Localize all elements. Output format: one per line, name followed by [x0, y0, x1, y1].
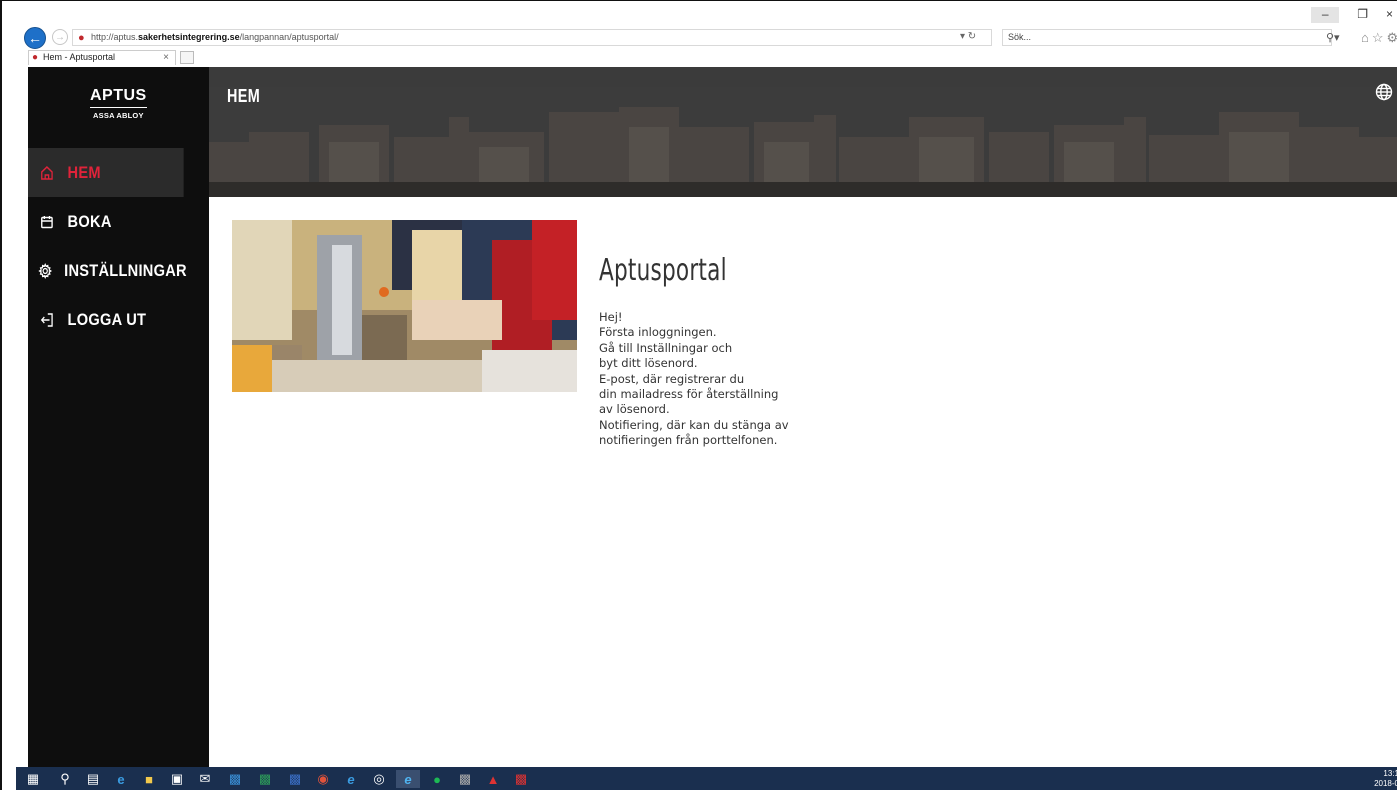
minimize-icon[interactable]: –	[1311, 7, 1340, 23]
mail-icon[interactable]: ✉	[196, 770, 214, 788]
clock-date: 2018-0	[1374, 779, 1397, 788]
screen: ← → ● http://aptus.sakerhetsintegrering.…	[0, 0, 1397, 790]
gear-icon	[38, 261, 53, 281]
task-view-icon[interactable]: ▤	[84, 770, 102, 788]
chrome-icon[interactable]: ◉	[314, 770, 332, 788]
sidebar-item-logga-ut[interactable]: LOGGA UT	[28, 295, 184, 344]
sidebar-item-label: INSTÄLLNINGAR	[64, 260, 187, 280]
ie-icon[interactable]: e	[342, 770, 360, 788]
cafe-photo	[232, 220, 577, 392]
header-banner: HEM	[209, 67, 1397, 197]
acrobat-icon[interactable]: ▩	[512, 770, 530, 788]
sidebar-item-boka[interactable]: BOKA	[28, 197, 184, 246]
refresh-icon[interactable]: ▾ ↻	[960, 31, 976, 42]
settings-browser-icon[interactable]: ⚙	[1387, 30, 1397, 45]
search-taskbar-icon[interactable]: ⚲	[56, 770, 74, 788]
home-browser-icon[interactable]: ⌂	[1361, 30, 1372, 45]
logo-sub: ASSA ABLOY	[93, 111, 144, 120]
edge-icon[interactable]: e	[112, 770, 130, 788]
spotify-icon[interactable]: ●	[428, 770, 446, 788]
file-explorer-icon[interactable]: ■	[140, 770, 158, 788]
tab-aptusportal[interactable]: ● Hem - Aptusportal ×	[28, 50, 176, 65]
app-circle-icon[interactable]: ◎	[370, 770, 388, 788]
url-path: /langpannan/aptusportal/	[239, 32, 339, 42]
sidebar-item-label: LOGGA UT	[67, 309, 147, 329]
restore-icon[interactable]: ❐	[1357, 7, 1368, 23]
content-title: Aptusportal	[599, 253, 727, 288]
text-line: din mailadress för återställning	[599, 387, 779, 402]
clock-time: 13:1	[1383, 769, 1397, 778]
search-input[interactable]: Sök...	[1002, 29, 1332, 46]
skyline-image	[209, 87, 1397, 197]
logo-name: APTUS	[90, 87, 147, 108]
forward-button[interactable]: →	[52, 29, 68, 45]
sidebar-menu: HEM BOKA INSTÄLLNINGAR LOGGA UT	[28, 148, 209, 344]
text-line: Första inloggningen.	[599, 325, 717, 340]
logout-icon	[38, 310, 55, 330]
sidebar-item-hem[interactable]: HEM	[28, 148, 184, 197]
main-content: Aptusportal Hej! Första inloggningen. Gå…	[209, 197, 1397, 767]
url-prefix: http://aptus.	[91, 32, 139, 42]
url-domain: sakerhetsintegrering.se	[138, 32, 240, 42]
search-icon[interactable]: ⚲▾	[1326, 31, 1340, 44]
window-controls: – ❐ ×	[1311, 7, 1397, 23]
text-line: byt ditt lösenord.	[599, 356, 698, 371]
app-window-icon[interactable]: ▩	[456, 770, 474, 788]
calendar-icon	[38, 212, 55, 232]
browser-icons: ⌂☆⚙	[1361, 30, 1397, 46]
content-text: Hej! Första inloggningen. Gå till Instäl…	[599, 310, 789, 449]
tab-title: Hem - Aptusportal	[43, 52, 116, 62]
close-window-icon[interactable]: ×	[1386, 7, 1393, 23]
search-placeholder: Sök...	[1008, 32, 1032, 42]
globe-icon[interactable]	[1375, 83, 1393, 101]
excel-icon[interactable]: ▩	[256, 770, 274, 788]
word-icon[interactable]: ▩	[286, 770, 304, 788]
text-line: Hej!	[599, 310, 623, 324]
site-favicon-icon: ●	[78, 32, 85, 44]
sidebar-item-label: BOKA	[67, 211, 112, 231]
new-tab-button[interactable]	[180, 51, 194, 64]
ie-active-icon[interactable]: e	[396, 770, 420, 788]
favorites-icon[interactable]: ☆	[1372, 30, 1387, 45]
app-red-icon[interactable]: ▲	[484, 770, 502, 788]
text-line: Notifiering, där kan du stänga av	[599, 417, 789, 432]
sidebar-item-installningar[interactable]: INSTÄLLNINGAR	[28, 246, 187, 295]
logo: APTUS ASSA ABLOY	[90, 87, 147, 120]
sidebar-item-label: HEM	[67, 162, 101, 182]
sidebar: APTUS ASSA ABLOY HEM BOKA INSTÄLLNINGAR …	[28, 67, 209, 767]
page-title: HEM	[227, 86, 261, 106]
text-line: E-post, där registrerar du	[599, 371, 745, 386]
clock[interactable]: 13:1 2018-0	[1374, 769, 1397, 789]
home-icon	[38, 163, 55, 183]
tab-close-icon[interactable]: ×	[163, 51, 169, 64]
back-button[interactable]: ←	[24, 27, 46, 49]
tab-bar: ● Hem - Aptusportal ×	[16, 49, 1397, 65]
outlook-icon[interactable]: ▩	[226, 770, 244, 788]
windows-start-icon[interactable]: ▦	[24, 770, 42, 788]
browser-toolbar: ← → ● http://aptus.sakerhetsintegrering.…	[16, 25, 1397, 49]
tab-favicon-icon: ●	[32, 52, 39, 63]
text-line: Gå till Inställningar och	[599, 340, 733, 355]
taskbar: ▦ ⚲ ▤ e ■ ▣ ✉ ▩ ▩ ▩ ◉ e ◎ e ● ▩ ▲ ▩ 13:1…	[16, 767, 1397, 790]
text-line: av lösenord.	[599, 402, 670, 417]
text-line: notifieringen från porttelfonen.	[599, 433, 778, 448]
address-bar[interactable]: ● http://aptus.sakerhetsintegrering.se/l…	[72, 29, 992, 46]
store-icon[interactable]: ▣	[168, 770, 186, 788]
